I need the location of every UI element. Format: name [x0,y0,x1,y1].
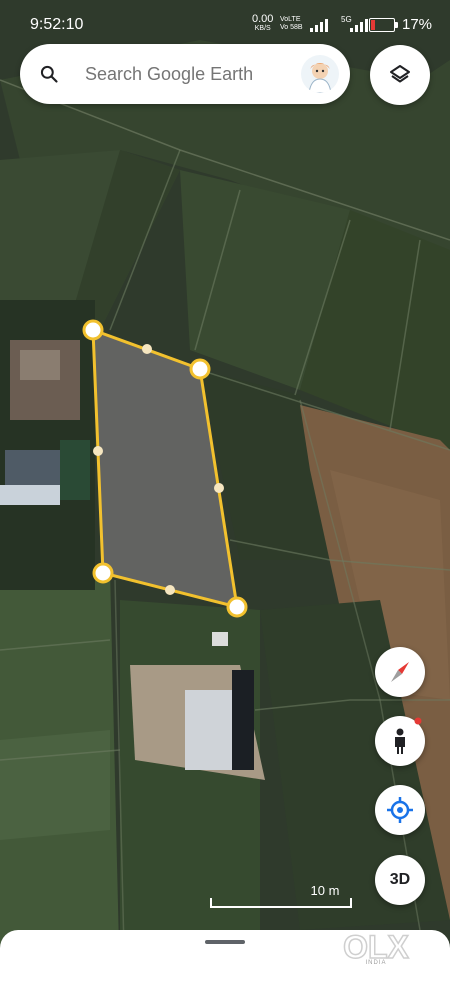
olx-watermark-subtext: INDIA [365,960,387,966]
polygon-vertex-handle[interactable] [92,562,114,584]
pegman-icon [395,717,422,754]
network-speed-unit: KB/S [254,25,271,32]
polygon-midpoint-handle[interactable] [214,483,224,493]
volte-label-2: Vo 58B [280,24,303,31]
street-view-button[interactable] [375,716,425,766]
battery-percent: 17% [402,16,433,33]
scale-label: 10 m [310,883,340,898]
battery-tip [395,22,398,28]
3d-toggle-label: 3D [389,871,411,888]
polygon-midpoint-handle[interactable] [165,585,175,595]
satellite-map[interactable] [0,0,450,1000]
avatar[interactable] [301,55,339,93]
signal-strength-icon-2 [350,18,368,32]
scale-bar [210,898,352,908]
bottom-sheet-drag-handle[interactable] [205,940,245,944]
3d-toggle-button[interactable]: 3D [375,855,425,905]
polygon-midpoint-handle[interactable] [142,344,152,354]
avatar-image [308,63,332,93]
my-location-button[interactable] [375,785,425,835]
status-bar: 9:52:10 0.00 KB/S VoLTE Vo 58B 5G 17% [0,0,450,46]
signal-strength-icon [310,18,328,32]
polygon-vertex-handle[interactable] [82,319,104,341]
compass-button[interactable] [375,647,425,697]
status-time: 9:52:10 [30,16,84,33]
search-icon[interactable] [39,64,59,84]
search-input[interactable]: Search Google Earth [85,64,253,85]
search-bar[interactable]: Search Google Earth [20,44,350,104]
layers-button[interactable] [370,45,430,105]
my-location-icon [387,797,413,823]
compass-icon [391,662,409,682]
volte-indicator: VoLTE Vo 58B [280,16,303,32]
layers-icon [390,65,410,83]
battery-icon [369,18,395,32]
network-speed: 0.00 KB/S [252,14,273,34]
polygon-midpoint-handle[interactable] [93,446,103,456]
polygon-vertex-handle[interactable] [189,358,211,380]
polygon-vertex-handle[interactable] [226,596,248,618]
volte-label-1: VoLTE [280,16,301,23]
